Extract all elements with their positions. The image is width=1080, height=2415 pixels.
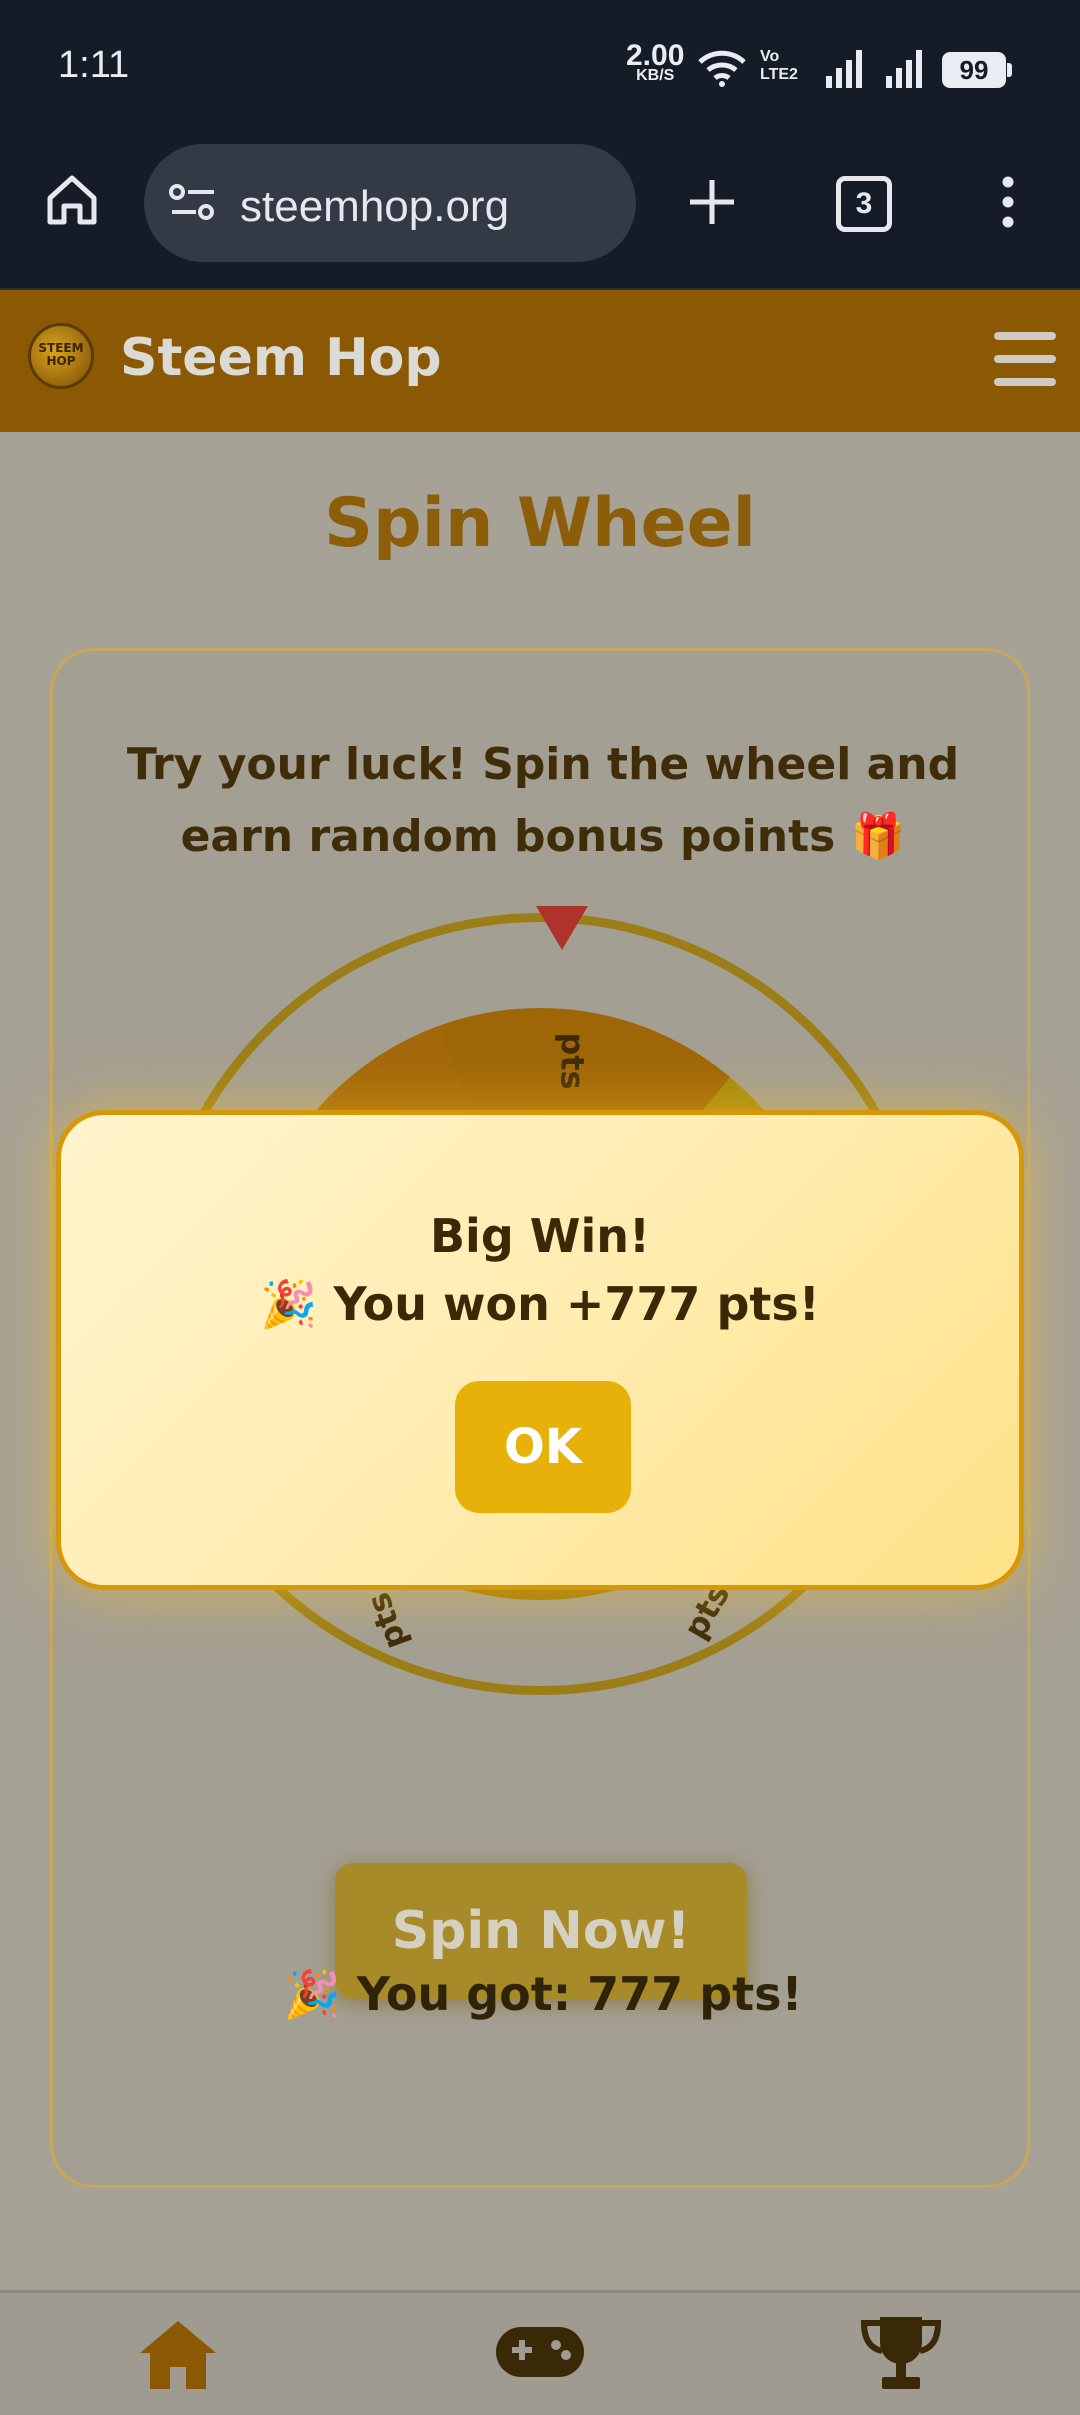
- clock: 1:11: [58, 44, 130, 86]
- wheel-segment-label: pts: [358, 1587, 415, 1655]
- gamepad-nav-icon[interactable]: [494, 2321, 586, 2381]
- result-text: 🎉 You got: 777 pts!: [283, 1967, 803, 2021]
- trophy-nav-icon[interactable]: [858, 2313, 944, 2393]
- page-title: Spin Wheel: [323, 484, 756, 563]
- home-nav-icon[interactable]: [136, 2317, 220, 2391]
- wifi-icon: [698, 50, 746, 87]
- app-logo[interactable]: STEEM HOP: [28, 323, 94, 389]
- bottom-nav: [0, 2290, 1080, 2415]
- browser-toolbar: steemhop.org 3: [0, 140, 1080, 290]
- tab-switcher-button[interactable]: 3: [836, 176, 892, 232]
- app-header: STEEM HOP Steem Hop: [0, 290, 1080, 432]
- volte-indicator: Vo LTE2: [760, 48, 798, 83]
- menu-icon[interactable]: [994, 332, 1056, 388]
- status-bar: 1:11 2.00 KB/S Vo LTE2 99: [0, 0, 1080, 140]
- wheel-segment-label: pts: [553, 1032, 592, 1090]
- address-bar[interactable]: steemhop.org: [144, 144, 636, 262]
- site-settings-icon[interactable]: [168, 182, 218, 222]
- network-speed: 2.00 KB/S: [626, 39, 685, 85]
- modal-message: 🎉 You won +777 pts!: [260, 1277, 820, 1331]
- battery-icon: 99: [942, 52, 1012, 88]
- modal-heading: Big Win!: [429, 1209, 650, 1263]
- wheel-pointer: [536, 906, 588, 950]
- win-modal: Big Win! 🎉 You won +777 pts! OK: [56, 1110, 1024, 1590]
- signal-icon-1: [826, 50, 862, 88]
- intro-text: Try your luck! Spin the wheel and earn r…: [126, 739, 960, 862]
- ok-button[interactable]: OK: [455, 1381, 631, 1513]
- url-text: steemhop.org: [240, 182, 510, 231]
- signal-icon-2: [886, 50, 922, 88]
- home-icon[interactable]: [44, 172, 100, 228]
- more-options-icon[interactable]: [996, 174, 1020, 230]
- app-title[interactable]: Steem Hop: [120, 328, 442, 388]
- new-tab-icon[interactable]: [686, 176, 738, 228]
